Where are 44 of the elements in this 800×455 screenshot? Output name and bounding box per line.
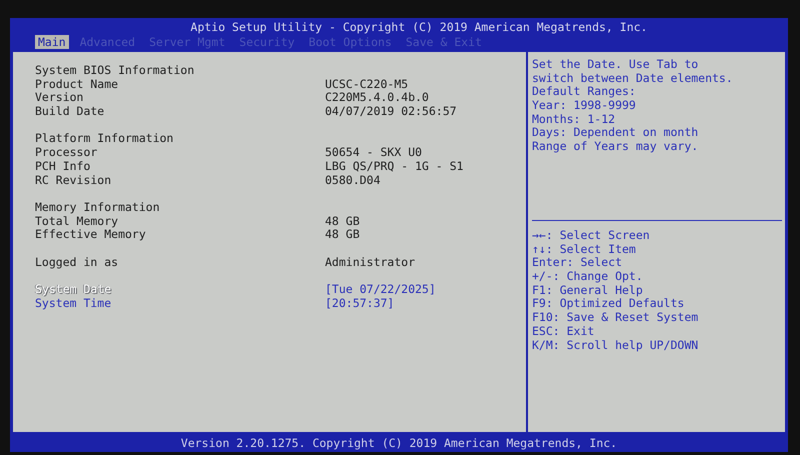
info-value: LBG QS/PRQ - 1G - S1	[325, 160, 464, 174]
info-label: Build Date	[35, 105, 106, 119]
setting-label[interactable]: System Time	[35, 296, 325, 310]
help-text: Set the Date. Use Tab to	[532, 58, 700, 72]
key-hint: F1: General Help	[532, 284, 644, 298]
key-hint: ESC: Exit	[532, 324, 596, 338]
section-heading: Memory Information	[35, 200, 161, 215]
menu-tab[interactable]: Main	[35, 35, 69, 49]
window-title: Aptio Setup Utility - Copyright (C) 2019 American Megatrends, Inc.	[190, 20, 648, 35]
info-label: Processor	[35, 146, 98, 160]
info-label: Product Name	[35, 78, 120, 92]
key-hint: →←: Select Screen	[532, 229, 651, 243]
info-label: Effective Memory	[35, 228, 147, 242]
help-text: Months: 1-12	[532, 112, 616, 126]
help-text: switch between Date elements.	[532, 72, 734, 86]
info-value: C220M5.4.0.4b.0	[325, 91, 429, 106]
setting-value[interactable]: [Tue 07/22/2025]	[325, 283, 436, 297]
key-hint: +/-: Change Opt.	[532, 270, 644, 284]
info-value: 48 GB	[325, 214, 360, 228]
key-hint: F9: Optimized Defaults	[532, 297, 686, 312]
info-value: 04/07/2019 02:56:57	[325, 105, 457, 119]
info-value: UCSC-C220-M5	[325, 78, 408, 92]
help-text: Days: Dependent on month	[532, 126, 700, 140]
setting-value[interactable]: [20:57:37]	[325, 296, 394, 310]
info-value: 50654 - SKX U0	[325, 146, 422, 160]
info-label: RC Revision	[35, 174, 112, 188]
key-hint: ↑↓: Select Item	[532, 242, 637, 256]
info-label: Version	[35, 91, 84, 106]
key-hint: Enter: Select	[532, 256, 624, 270]
section-heading: System BIOS Information	[35, 64, 196, 78]
help-text: Range of Years may vary.	[532, 140, 700, 154]
info-value: Administrator	[325, 256, 416, 270]
setting-label[interactable]: System Date	[35, 283, 325, 297]
info-label: PCH Info	[35, 160, 92, 174]
help-text: Year: 1998-9999	[532, 99, 637, 113]
help-text: Default Ranges:	[532, 85, 637, 100]
section-heading: Platform Information	[35, 132, 174, 146]
version-text: Version 2.20.1275. Copyright (C) 2019 American Megatrends, Inc.	[180, 436, 618, 450]
info-label: Total Memory	[35, 214, 120, 228]
info-value: 0580.D04	[325, 174, 380, 188]
key-hint: F10: Save & Reset System	[532, 311, 700, 325]
key-hint: K/M: Scroll help UP/DOWN	[532, 338, 700, 352]
info-label: Logged in as	[35, 256, 120, 270]
info-value: 48 GB	[325, 228, 360, 242]
